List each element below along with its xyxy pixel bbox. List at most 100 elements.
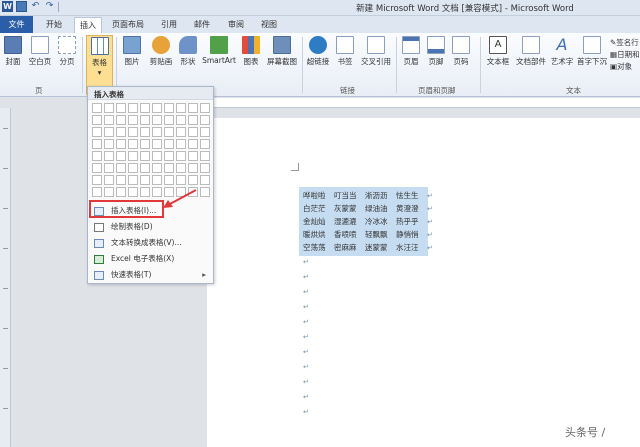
grid-cell[interactable]: [140, 151, 150, 161]
page-number-button[interactable]: 页码: [450, 36, 472, 67]
grid-cell[interactable]: [128, 187, 138, 197]
tab-home[interactable]: 开始: [40, 17, 68, 33]
signature-line-button[interactable]: ✎签名行: [610, 37, 640, 49]
grid-cell[interactable]: [164, 115, 174, 125]
bookmark-button[interactable]: 书签: [334, 36, 356, 67]
grid-cell[interactable]: [116, 103, 126, 113]
grid-cell[interactable]: [128, 115, 138, 125]
chart-button[interactable]: 图表: [240, 36, 262, 67]
tab-references[interactable]: 引用: [155, 17, 183, 33]
grid-cell[interactable]: [164, 175, 174, 185]
grid-cell[interactable]: [104, 151, 114, 161]
grid-cell[interactable]: [164, 139, 174, 149]
grid-cell[interactable]: [176, 151, 186, 161]
grid-cell[interactable]: [128, 175, 138, 185]
convert-text-to-table-menu-item[interactable]: 文本转换成表格(V)...: [89, 235, 212, 251]
grid-cell[interactable]: [92, 187, 102, 197]
grid-cell[interactable]: [104, 163, 114, 173]
grid-cell[interactable]: [140, 187, 150, 197]
picture-button[interactable]: 图片: [120, 36, 144, 67]
grid-cell[interactable]: [140, 115, 150, 125]
grid-cell[interactable]: [92, 115, 102, 125]
excel-spreadsheet-menu-item[interactable]: Excel 电子表格(X): [89, 251, 212, 267]
horizontal-ruler[interactable]: [213, 98, 640, 108]
empty-paragraph-mark[interactable]: ↵: [303, 408, 309, 416]
grid-cell[interactable]: [200, 163, 210, 173]
empty-paragraph-mark[interactable]: ↵: [303, 273, 309, 281]
empty-paragraph-mark[interactable]: ↵: [303, 303, 309, 311]
grid-cell[interactable]: [92, 139, 102, 149]
empty-paragraph-mark[interactable]: ↵: [303, 288, 309, 296]
shapes-button[interactable]: 形状: [177, 36, 199, 67]
tab-mailings[interactable]: 邮件: [188, 17, 216, 33]
grid-cell[interactable]: [176, 115, 186, 125]
cover-page-button[interactable]: 封面: [2, 36, 24, 67]
quick-tables-menu-item[interactable]: 快速表格(T) ▸: [89, 267, 212, 283]
grid-cell[interactable]: [200, 115, 210, 125]
empty-paragraph-mark[interactable]: ↵: [303, 318, 309, 326]
grid-cell[interactable]: [104, 187, 114, 197]
document-line[interactable]: 白茫茫 灰蒙蒙 绿油油 黄澄澄 ↵: [303, 203, 433, 214]
quick-parts-button[interactable]: 文档部件: [514, 36, 548, 67]
grid-cell[interactable]: [116, 115, 126, 125]
tab-view[interactable]: 视图: [255, 17, 283, 33]
grid-cell[interactable]: [164, 127, 174, 137]
grid-cell[interactable]: [200, 103, 210, 113]
grid-cell[interactable]: [164, 151, 174, 161]
blank-page-button[interactable]: 空白页: [27, 36, 53, 67]
cross-reference-button[interactable]: 交叉引用: [359, 36, 393, 67]
draw-table-menu-item[interactable]: 绘制表格(D): [89, 219, 212, 235]
document-page[interactable]: [207, 118, 640, 447]
grid-cell[interactable]: [116, 127, 126, 137]
grid-cell[interactable]: [200, 127, 210, 137]
grid-cell[interactable]: [164, 103, 174, 113]
grid-cell[interactable]: [128, 127, 138, 137]
empty-paragraph-mark[interactable]: ↵: [303, 258, 309, 266]
grid-cell[interactable]: [164, 163, 174, 173]
grid-cell[interactable]: [92, 163, 102, 173]
tab-review[interactable]: 审阅: [222, 17, 250, 33]
document-line[interactable]: 哗啦啦 叮当当 淅沥沥 怯生生 ↵: [303, 190, 433, 201]
grid-cell[interactable]: [200, 187, 210, 197]
screenshot-button[interactable]: 屏幕截图: [265, 36, 299, 67]
grid-cell[interactable]: [152, 139, 162, 149]
grid-cell[interactable]: [128, 163, 138, 173]
grid-cell[interactable]: [116, 175, 126, 185]
grid-cell[interactable]: [104, 115, 114, 125]
empty-paragraph-mark[interactable]: ↵: [303, 348, 309, 356]
grid-cell[interactable]: [140, 103, 150, 113]
hyperlink-button[interactable]: 超链接: [305, 36, 331, 67]
grid-cell[interactable]: [176, 103, 186, 113]
grid-cell[interactable]: [104, 103, 114, 113]
grid-cell[interactable]: [152, 127, 162, 137]
footer-button[interactable]: 页脚: [425, 36, 447, 67]
grid-cell[interactable]: [152, 151, 162, 161]
wordart-button[interactable]: A 艺术字: [548, 36, 576, 67]
grid-cell[interactable]: [128, 139, 138, 149]
grid-cell[interactable]: [140, 163, 150, 173]
tab-insert[interactable]: 插入: [74, 17, 102, 33]
grid-cell[interactable]: [152, 115, 162, 125]
empty-paragraph-mark[interactable]: ↵: [303, 378, 309, 386]
page-break-button[interactable]: 分页: [56, 36, 78, 67]
tab-page-layout[interactable]: 页面布局: [108, 17, 148, 33]
grid-cell[interactable]: [104, 139, 114, 149]
date-time-button[interactable]: ▦日期和: [610, 49, 640, 61]
grid-cell[interactable]: [152, 103, 162, 113]
document-line[interactable]: 空荡荡 密麻麻 迷蒙蒙 水汪汪 ↵: [303, 242, 433, 253]
drop-cap-button[interactable]: 首字下沉: [576, 36, 608, 67]
grid-cell[interactable]: [140, 127, 150, 137]
grid-cell[interactable]: [188, 103, 198, 113]
empty-paragraph-mark[interactable]: ↵: [303, 393, 309, 401]
grid-cell[interactable]: [92, 127, 102, 137]
empty-paragraph-mark[interactable]: ↵: [303, 333, 309, 341]
grid-cell[interactable]: [104, 175, 114, 185]
grid-cell[interactable]: [200, 151, 210, 161]
grid-cell[interactable]: [176, 127, 186, 137]
grid-cell[interactable]: [104, 127, 114, 137]
grid-cell[interactable]: [92, 103, 102, 113]
grid-cell[interactable]: [116, 163, 126, 173]
grid-cell[interactable]: [176, 175, 186, 185]
textbox-button[interactable]: A 文本框: [484, 36, 512, 67]
grid-cell[interactable]: [116, 151, 126, 161]
